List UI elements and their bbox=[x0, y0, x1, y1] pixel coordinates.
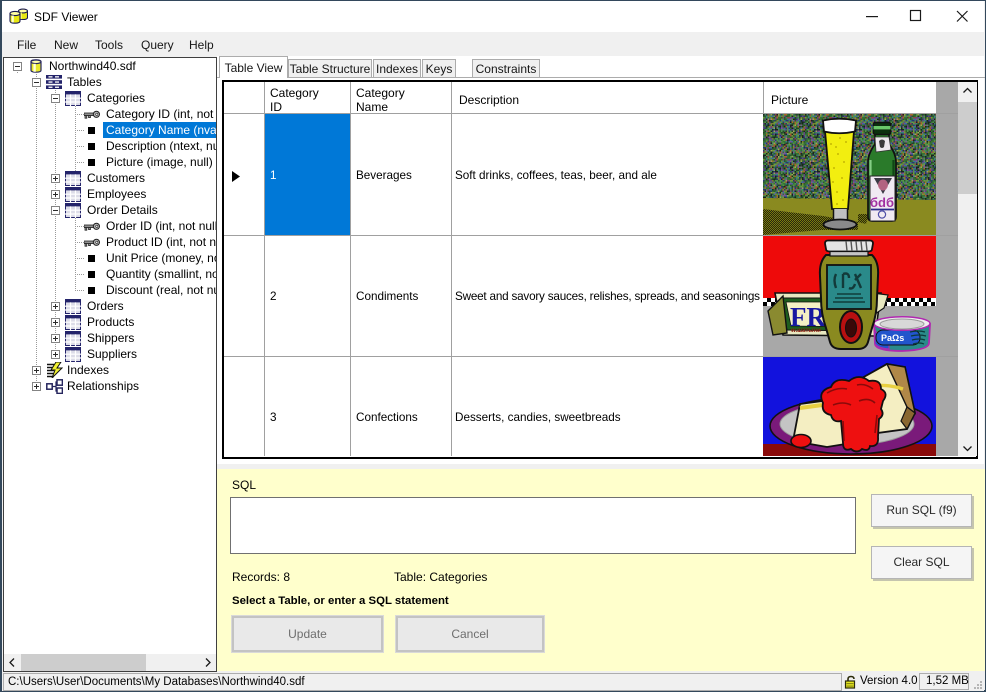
svg-text:бdб: бdб bbox=[870, 195, 894, 210]
svg-text:PаΩѕ: PаΩѕ bbox=[881, 333, 904, 343]
svg-text:w.шатыни: w.шатыни bbox=[790, 328, 821, 334]
